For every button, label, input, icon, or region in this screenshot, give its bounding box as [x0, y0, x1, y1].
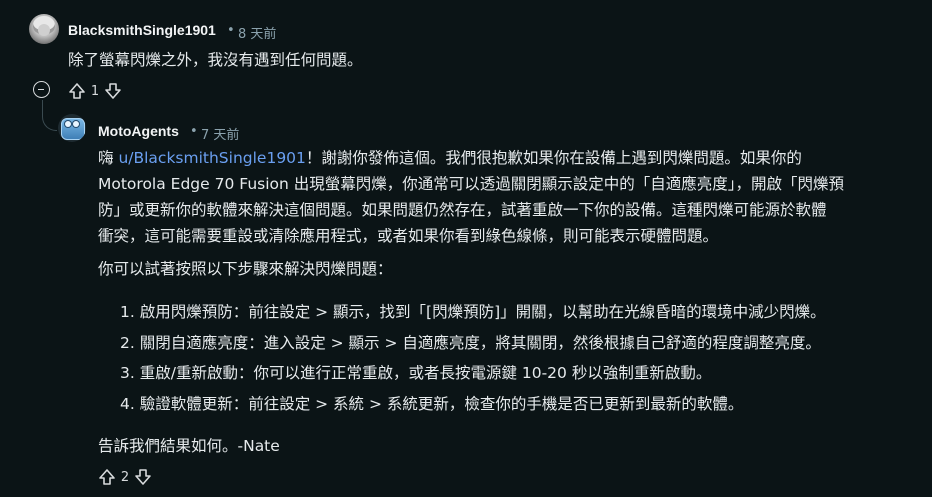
comment-thread: BlacksmithSingle1901 • 8 天前 除了螢幕閃爍之外，我沒有…: [0, 0, 932, 497]
user-mention-link[interactable]: u/BlacksmithSingle1901: [118, 149, 305, 167]
steps-intro: 你可以試著按照以下步驟來解決閃爍問題：: [98, 260, 393, 278]
list-item: 1. 啟用閃爍預防：前往設定 > 顯示，找到「[閃爍預防]」開關，以幫助在光線昏…: [120, 303, 826, 321]
comment-timestamp[interactable]: 8 天前: [238, 23, 276, 42]
comment-timestamp[interactable]: 7 天前: [201, 124, 239, 143]
vote-count: 1: [90, 83, 100, 99]
reply-line: 衝突，這可能需要重設或清除應用程式，或者如果你看到綠色線條，則可能表示硬體問題。: [98, 227, 719, 245]
avatar-face: [38, 24, 50, 36]
arrow-down-icon: [105, 83, 121, 99]
arrow-up-icon: [69, 83, 85, 99]
meta-separator: •: [227, 23, 235, 38]
robot-eye: [73, 121, 79, 127]
reply-line: Motorola Edge 70 Fusion 出現螢幕閃爍，你通常可以透過關閉…: [98, 175, 845, 193]
downvote-button[interactable]: [134, 468, 152, 486]
vote-bar: 1: [68, 82, 122, 100]
collapse-thread-button[interactable]: [33, 81, 50, 98]
thread-connector: [42, 100, 57, 131]
avatar[interactable]: [29, 14, 59, 44]
upvote-button[interactable]: [98, 468, 116, 486]
arrow-down-icon: [135, 469, 151, 485]
reply-text: ！謝謝你發佈這個。我們很抱歉如果你在設備上遇到閃爍問題。如果你的: [305, 149, 802, 167]
list-item: 4. 驗證軟體更新：前往設定 > 系統 > 系統更新，檢查你的手機是否已更新到最…: [120, 394, 744, 413]
comment-username[interactable]: BlacksmithSingle1901: [68, 22, 216, 38]
arrow-up-icon: [99, 469, 115, 485]
steps-list: 1. 啟用閃爍預防：前往設定 > 顯示，找到「[閃爍預防]」開關，以幫助在光線昏…: [120, 297, 826, 419]
meta-separator: •: [190, 124, 198, 139]
vote-bar: 2: [98, 468, 152, 486]
comment-body: 除了螢幕閃爍之外，我沒有遇到任何問題。: [68, 51, 363, 69]
upvote-button[interactable]: [68, 82, 86, 100]
list-item: 3. 重啟/重新啟動：你可以進行正常重啟，或者長按電源鍵 10-20 秒以強制重…: [120, 364, 712, 382]
reply-line: 防」或更新你的軟體來解決這個問題。如果問題仍然存在，試著重啟一下你的設備。這種閃…: [98, 201, 827, 219]
comment-username[interactable]: MotoAgents: [98, 123, 179, 139]
greeting: 嗨: [98, 149, 119, 167]
downvote-button[interactable]: [104, 82, 122, 100]
robot-eye: [65, 121, 71, 127]
vote-count: 2: [120, 469, 130, 485]
reply-line: 嗨 u/BlacksmithSingle1901！謝謝你發佈這個。我們很抱歉如果…: [98, 145, 918, 171]
closing-line: 告訴我們結果如何。-Nate: [98, 437, 280, 455]
avatar[interactable]: [58, 114, 86, 142]
comment-body: 嗨 u/BlacksmithSingle1901！謝謝你發佈這個。我們很抱歉如果…: [98, 145, 918, 249]
list-item: 2. 關閉自適應亮度：進入設定 > 顯示 > 自適應亮度，將其關閉，然後根據自己…: [120, 333, 821, 352]
